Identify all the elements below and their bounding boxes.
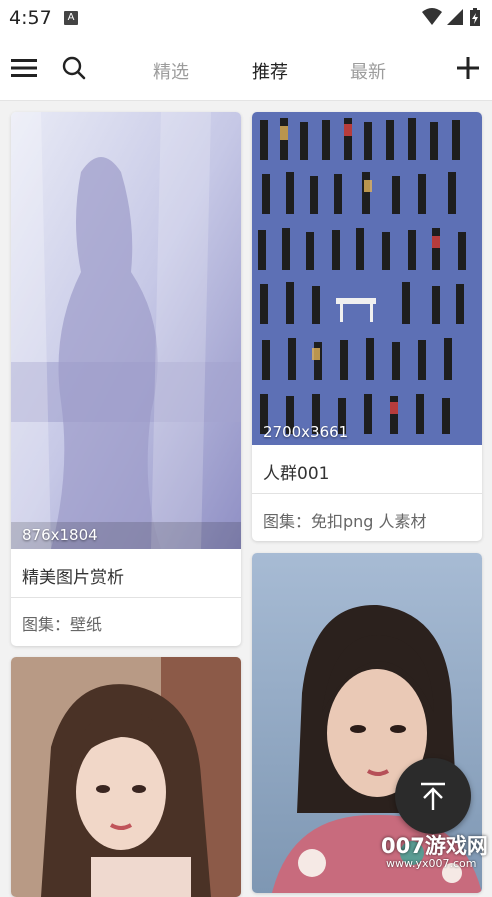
gallery-card[interactable]: 876x1804 精美图片赏析 图集：壁纸 xyxy=(11,112,241,646)
app-header: 精选 推荐 最新 xyxy=(0,38,492,100)
signal-icon xyxy=(447,9,463,25)
card-album[interactable]: 图集：免扣png 人素材 xyxy=(263,508,427,532)
gallery-card[interactable]: 2700x3661 人群001 图集：免扣png 人素材 xyxy=(252,112,482,541)
battery-icon xyxy=(470,8,480,26)
divider xyxy=(11,597,241,598)
status-time: 4:57 xyxy=(9,7,52,29)
gallery-card[interactable] xyxy=(11,657,241,897)
card-title: 人群001 xyxy=(263,464,330,484)
image-dimensions: 2700x3661 xyxy=(263,423,349,441)
tab-latest[interactable]: 最新 xyxy=(350,58,386,84)
card-album[interactable]: 图集：壁纸 xyxy=(22,611,102,635)
notification-badge: A xyxy=(64,11,78,25)
watermark-logo: 007游戏网 xyxy=(381,834,488,858)
wifi-icon xyxy=(422,8,442,25)
card-image-portrait[interactable] xyxy=(11,657,241,897)
divider xyxy=(252,493,482,494)
menu-icon[interactable] xyxy=(11,56,39,80)
watermark-url: www.yx007.com xyxy=(386,857,477,870)
image-dimensions: 876x1804 xyxy=(22,526,98,544)
card-title: 精美图片赏析 xyxy=(22,568,124,588)
card-image-silhouette[interactable] xyxy=(11,112,241,549)
search-icon[interactable] xyxy=(61,55,87,81)
card-image-crowd[interactable] xyxy=(252,112,482,445)
status-bar: 4:57 A xyxy=(0,0,492,38)
add-icon[interactable] xyxy=(455,55,481,81)
scroll-to-top-icon xyxy=(421,782,445,810)
tab-recommended[interactable]: 推荐 xyxy=(252,58,288,84)
scroll-to-top-button[interactable] xyxy=(395,758,471,834)
tab-featured[interactable]: 精选 xyxy=(153,58,189,84)
